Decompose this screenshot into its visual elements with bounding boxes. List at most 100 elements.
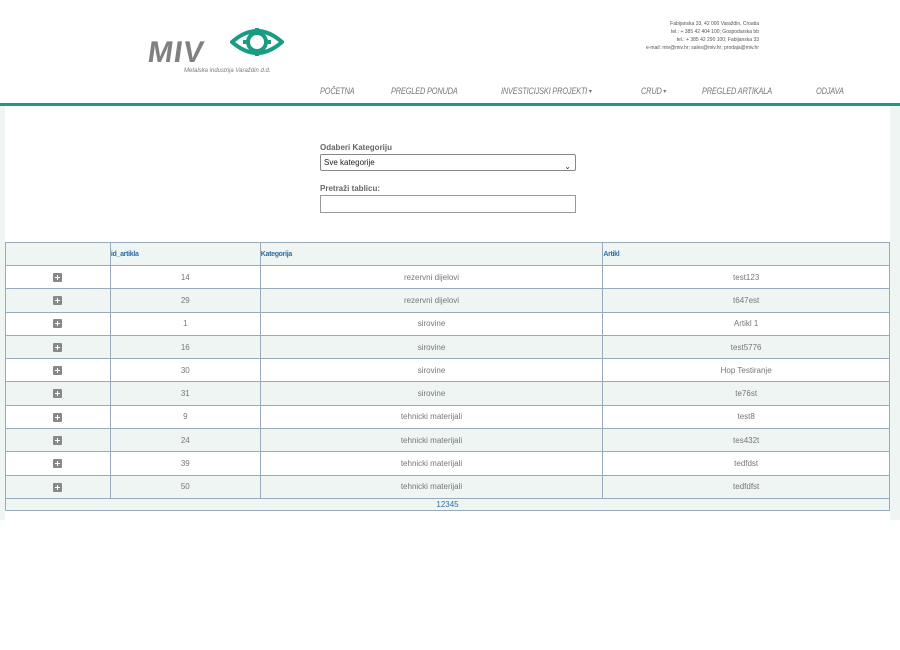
cell-id: 39: [109, 451, 261, 476]
logo-wordmark: MIV: [145, 36, 207, 69]
table-row: 30 sirovine Hop Testiranje: [5, 358, 890, 383]
site-header: MIV Metalska industrija Varaždin d.d. Fa…: [0, 0, 900, 104]
cell-category: tehnicki materijali: [259, 428, 604, 453]
expand-cell: [5, 358, 111, 383]
plus-icon[interactable]: [53, 389, 63, 399]
cell-item: t647est: [602, 288, 890, 313]
cell-item: Artikl 1: [602, 311, 890, 336]
nav-item-pocetna[interactable]: POČETNA: [320, 86, 355, 96]
expand-cell: [5, 334, 111, 360]
contact-line: tel.: + 385 42 290 100; Fabijanska 33: [676, 37, 759, 43]
cell-id: 50: [109, 474, 261, 499]
category-select-value: Sve kategorije: [324, 158, 375, 167]
nav-item-label: ODJAVA: [816, 86, 844, 96]
expand-cell: [5, 451, 111, 476]
cell-category: sirovine: [259, 311, 604, 336]
column-header-item[interactable]: Artikl: [602, 242, 890, 266]
cell-item: test5776: [602, 334, 890, 360]
cell-category: rezervni dijelovi: [259, 264, 604, 290]
nav-item-label: CRUD: [641, 86, 663, 96]
expand-cell: [5, 474, 111, 499]
cell-item: tedfdfst: [602, 474, 890, 499]
cell-item: tes432t: [602, 428, 890, 453]
nav-item-label: INVESTICIJSKI PROJEKTI: [501, 86, 588, 96]
table-row: 24 tehnicki materijali tes432t: [5, 428, 890, 453]
column-header-id[interactable]: id_artikla: [109, 242, 261, 266]
cell-id: 9: [109, 404, 261, 430]
nav-item-label: PREGLED PONUDA: [391, 86, 458, 96]
cell-id: 14: [109, 264, 261, 290]
nav-item-crud[interactable]: CRUD: [641, 86, 668, 96]
cell-category: sirovine: [259, 358, 604, 383]
cell-item: test8: [602, 404, 890, 430]
cell-id: 24: [109, 428, 261, 453]
cell-category: sirovine: [259, 381, 604, 406]
contact-line: e-mail: miv@miv.hr; sales@miv.hr; prodaj…: [645, 45, 759, 51]
plus-icon[interactable]: [53, 342, 63, 352]
cell-item: te76st: [602, 381, 890, 406]
main-nav: POČETNA PREGLED PONUDA INVESTICIJSKI PRO…: [320, 84, 879, 98]
expand-cell: [5, 428, 111, 453]
category-label: Odaberi Kategoriju: [320, 143, 393, 152]
expand-cell: [5, 288, 111, 313]
nav-item-pregled-artikala[interactable]: PREGLED ARTIKALA: [702, 86, 772, 96]
expand-cell: [5, 311, 111, 336]
miv-logo[interactable]: MIV Metalska industrija Varaždin d.d.: [145, 24, 288, 76]
table-header-row: id_artikla Kategorija Artikl: [5, 242, 890, 266]
column-header-expand: [5, 242, 111, 266]
cell-category: tehnicki materijali: [259, 404, 604, 430]
expand-cell: [5, 264, 111, 290]
nav-item-pregled-ponuda[interactable]: PREGLED PONUDA: [391, 86, 458, 96]
plus-icon[interactable]: [53, 435, 63, 445]
pagination: 12345: [5, 497, 890, 511]
chevron-down-icon: ⌄: [564, 162, 571, 171]
nav-item-odjava[interactable]: ODJAVA: [816, 86, 844, 96]
table-row: 29 rezervni dijelovi t647est: [5, 288, 890, 313]
caret-down-icon: [589, 90, 593, 94]
search-label: Pretraži tablicu:: [320, 184, 381, 193]
expand-cell: [5, 381, 111, 406]
contact-line: Fabijanska 33, 42 000 Varaždin, Croatia: [670, 21, 759, 27]
table-row: 31 sirovine te76st: [5, 381, 890, 406]
plus-icon[interactable]: [53, 482, 63, 492]
table-row: 9 tehnicki materijali test8: [5, 404, 890, 430]
cell-category: rezervni dijelovi: [259, 288, 604, 313]
cell-category: tehnicki materijali: [259, 474, 604, 499]
cell-category: sirovine: [259, 334, 604, 360]
cell-id: 30: [109, 358, 261, 383]
expand-cell: [5, 404, 111, 430]
nav-item-investicijski-projekti[interactable]: INVESTICIJSKI PROJEKTI: [501, 86, 593, 96]
column-header-category[interactable]: Kategorija: [259, 242, 604, 266]
page-margin-right: [890, 106, 900, 520]
page-link-5[interactable]: 5: [454, 500, 458, 509]
pagination-row: 12345: [5, 497, 890, 511]
plus-icon[interactable]: [53, 319, 63, 329]
cell-id: 31: [109, 381, 261, 406]
plus-icon[interactable]: [53, 459, 63, 469]
table-row: 16 sirovine test5776: [5, 334, 890, 360]
plus-icon[interactable]: [53, 272, 63, 282]
articles-table: id_artikla Kategorija Artikl 14 rezervni…: [5, 242, 890, 511]
eye-logo-icon: [230, 28, 284, 56]
cell-id: 1: [109, 311, 261, 336]
search-input[interactable]: [320, 195, 576, 213]
cell-item: tedfdst: [602, 451, 890, 476]
plus-icon[interactable]: [53, 366, 63, 376]
table-row: 50 tehnicki materijali tedfdfst: [5, 474, 890, 499]
cell-id: 29: [109, 288, 261, 313]
contact-line: tel.: + 385 42 404 100; Gospodarska bb: [671, 29, 759, 35]
caret-down-icon: [663, 90, 668, 94]
logo-tagline: Metalska industrija Varaždin d.d.: [184, 68, 271, 74]
cell-item: test123: [602, 264, 890, 290]
plus-icon[interactable]: [53, 296, 63, 306]
nav-item-label: POČETNA: [320, 86, 355, 96]
table-row: 1 sirovine Artikl 1: [5, 311, 890, 336]
cell-category: tehnicki materijali: [259, 451, 604, 476]
category-select[interactable]: Sve kategorije ⌄: [320, 154, 576, 171]
nav-item-label: PREGLED ARTIKALA: [701, 86, 772, 96]
table-row: 39 tehnicki materijali tedfdst: [5, 451, 890, 476]
plus-icon[interactable]: [53, 412, 63, 422]
table-row: 14 rezervni dijelovi test123: [5, 264, 890, 290]
cell-item: Hop Testiranje: [602, 358, 890, 383]
cell-id: 16: [109, 334, 261, 360]
